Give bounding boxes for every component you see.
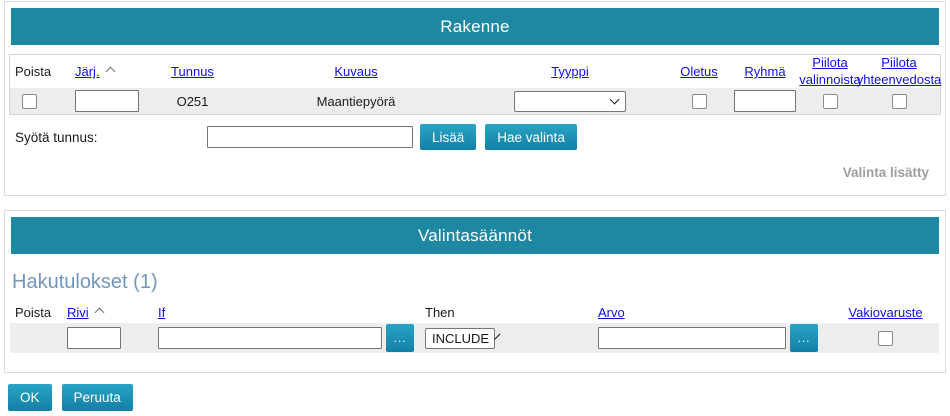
fetch-selection-button[interactable]: Hae valinta <box>485 124 577 150</box>
rivi-input[interactable] <box>67 327 121 349</box>
rules-table-row: ... INCLUDE ... <box>10 323 939 353</box>
header-tunnus: Tunnus <box>145 64 240 79</box>
sort-ascending-icon <box>105 66 115 76</box>
header-oletus: Oletus <box>668 64 730 79</box>
results-heading: Hakutulokset (1) <box>12 271 945 294</box>
if-input[interactable] <box>158 327 382 349</box>
cancel-button[interactable]: Peruuta <box>62 384 133 411</box>
header-if: If <box>140 305 420 320</box>
arvo-browse-button[interactable]: ... <box>790 324 818 352</box>
header-ryhma-link[interactable]: Ryhmä <box>744 64 785 79</box>
header-rules-poista: Poista <box>10 305 55 320</box>
header-oletus-link[interactable]: Oletus <box>680 64 718 79</box>
piilota-yhteenvedosta-checkbox[interactable] <box>892 94 907 109</box>
header-tyyppi: Tyyppi <box>472 64 668 79</box>
jarj-input[interactable] <box>75 90 139 112</box>
rules-panel-title: Valintasäännöt <box>418 226 532 246</box>
header-kuvaus-link[interactable]: Kuvaus <box>334 64 377 79</box>
structure-table-header-row: Poista Järj. Tunnus Kuvaus Tyyppi Oletus <box>10 55 940 88</box>
rules-table: Poista Rivi If Then Arvo Vakiovaruste <box>10 305 939 353</box>
header-then: Then <box>420 305 560 320</box>
kuvaus-value: Maantiepyörä <box>317 94 396 109</box>
header-rivi: Rivi <box>55 305 140 320</box>
ryhma-input[interactable] <box>734 90 796 112</box>
header-vakiovaruste: Vakiovaruste <box>832 305 939 320</box>
header-piilota-yhteenvedosta: Piilota yhteenvedosta <box>860 55 938 88</box>
header-jarj-link[interactable]: Järj. <box>75 64 100 79</box>
header-tyyppi-link[interactable]: Tyyppi <box>551 64 589 79</box>
if-browse-button[interactable]: ... <box>386 324 414 352</box>
header-poista: Poista <box>10 64 55 79</box>
structure-table-row: O251 Maantiepyörä <box>10 88 940 114</box>
tunnus-value: O251 <box>177 94 209 109</box>
header-piilota-valinnoista-link[interactable]: Piilota valinnoista <box>799 55 860 88</box>
header-tunnus-link[interactable]: Tunnus <box>171 64 214 79</box>
status-message: Valinta lisätty <box>5 165 929 180</box>
chevron-down-icon <box>610 95 620 105</box>
oletus-checkbox[interactable] <box>692 94 707 109</box>
structure-panel-title: Rakenne <box>440 17 509 37</box>
footer: OK Peruuta <box>8 384 946 411</box>
then-select-value: INCLUDE <box>432 331 489 346</box>
ok-button[interactable]: OK <box>8 384 52 411</box>
poista-checkbox[interactable] <box>22 94 37 109</box>
header-piilota-yhteenvedosta-link[interactable]: Piilota yhteenvedosta <box>857 55 942 88</box>
structure-panel: Rakenne Poista Järj. Tunnus Kuvaus Tyypp <box>4 1 946 196</box>
header-if-link[interactable]: If <box>158 305 165 320</box>
header-kuvaus: Kuvaus <box>240 64 472 79</box>
structure-panel-titlebar: Rakenne <box>11 8 939 45</box>
sort-ascending-icon <box>94 307 104 317</box>
enter-code-label: Syötä tunnus: <box>15 130 207 145</box>
header-arvo: Arvo <box>560 305 832 320</box>
vakiovaruste-checkbox[interactable] <box>878 331 893 346</box>
header-ryhma: Ryhmä <box>730 64 800 79</box>
enter-code-input[interactable] <box>207 126 413 148</box>
rules-panel-titlebar: Valintasäännöt <box>11 217 939 254</box>
header-jarj: Järj. <box>55 64 145 79</box>
structure-table: Poista Järj. Tunnus Kuvaus Tyyppi Oletus <box>9 54 941 115</box>
header-arvo-link[interactable]: Arvo <box>598 305 625 320</box>
header-piilota-valinnoista: Piilota valinnoista <box>800 55 860 88</box>
chevron-down-icon <box>495 334 501 340</box>
rules-table-header-row: Poista Rivi If Then Arvo Vakiovaruste <box>10 305 939 323</box>
then-select[interactable]: INCLUDE <box>425 328 495 349</box>
header-vakiovaruste-link[interactable]: Vakiovaruste <box>848 305 922 320</box>
piilota-valinnoista-checkbox[interactable] <box>823 94 838 109</box>
page: Rakenne Poista Järj. Tunnus Kuvaus Tyypp <box>0 0 950 411</box>
rules-panel: Valintasäännöt Hakutulokset (1) Poista R… <box>4 210 946 373</box>
add-button[interactable]: Lisää <box>420 124 476 150</box>
header-rivi-link[interactable]: Rivi <box>67 305 89 320</box>
tyyppi-select[interactable] <box>514 91 626 112</box>
arvo-input[interactable] <box>598 327 786 349</box>
enter-code-row: Syötä tunnus: Lisää Hae valinta <box>5 124 945 150</box>
